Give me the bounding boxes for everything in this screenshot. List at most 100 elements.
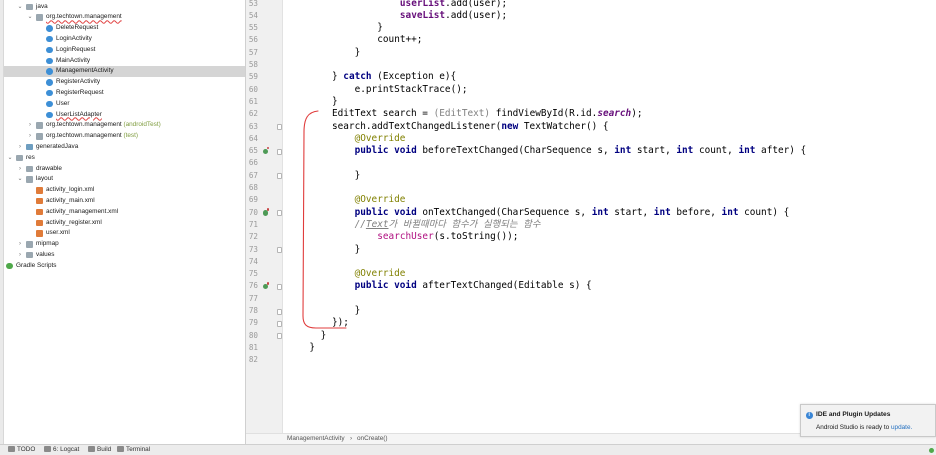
fold-icon[interactable] (277, 283, 282, 290)
tree-item[interactable]: LoginRequest (4, 45, 245, 56)
line-number: 70 (248, 207, 258, 217)
tree-item[interactable]: activity_login.xml (4, 185, 245, 196)
code-line[interactable]: count++; (377, 34, 422, 46)
line-number: 58 (248, 60, 258, 69)
gradle-icon (6, 262, 13, 270)
fold-icon[interactable] (277, 210, 282, 217)
tree-item[interactable]: activity_main.xml (4, 196, 245, 207)
chevron-right-icon[interactable]: › (16, 164, 24, 175)
tree-item-label: RegisterRequest (56, 88, 104, 96)
tree-item[interactable]: › org.techtown.management (test) (4, 131, 245, 142)
code-line[interactable]: //Text가 바뀔때마다 함수가 실행되는 함수 (355, 219, 541, 231)
folder-icon (36, 14, 43, 21)
code-line[interactable]: } (309, 342, 315, 354)
tree-item[interactable]: › mipmap (4, 239, 245, 250)
line-number: 59 (248, 72, 258, 82)
line-number: 57 (248, 47, 258, 57)
tree-item-label: activity_login.xml (46, 186, 95, 194)
tree-item[interactable]: ⌄ java (4, 2, 245, 13)
fold-icon[interactable] (277, 148, 282, 155)
tree-item[interactable]: › generatedJava (4, 142, 245, 153)
tree-item[interactable]: › values (4, 250, 245, 261)
tree-item[interactable]: › org.techtown.management (androidTest) (4, 120, 245, 131)
code-line[interactable]: @Override (355, 268, 406, 280)
code-line[interactable]: userList.add(user); (400, 0, 507, 10)
chevron-down-icon[interactable]: ⌄ (26, 12, 34, 23)
tree-item[interactable]: DeleteRequest (4, 23, 245, 34)
override-icon[interactable] (262, 282, 269, 290)
tree-item[interactable]: ⌄ res (4, 153, 245, 164)
logcat-tool-button[interactable]: 6: Logcat (44, 445, 79, 455)
tree-item[interactable]: RegisterRequest (4, 88, 245, 99)
code-line[interactable]: @Override (355, 194, 406, 206)
tree-item[interactable]: LoginActivity (4, 34, 245, 45)
folder-icon (26, 241, 33, 248)
fold-icon[interactable] (277, 333, 282, 340)
chevron-right-icon[interactable]: › (16, 250, 24, 261)
override-icon[interactable] (262, 208, 269, 216)
code-line[interactable]: } (332, 96, 338, 108)
build-tool-button[interactable]: Build (88, 445, 111, 455)
code-editor[interactable]: 53 54 55 56 57 58 59 60 61 62 63 64 65 66 67 68 69 70 71 72… (246, 0, 936, 433)
chevron-down-icon[interactable]: ⌄ (6, 153, 14, 164)
code-line[interactable]: public void afterTextChanged(Editable s)… (355, 280, 592, 292)
chevron-right-icon[interactable]: › (26, 131, 34, 142)
chevron-right-icon[interactable]: › (26, 120, 34, 131)
code-line[interactable]: } catch (Exception e){ (332, 71, 456, 83)
tree-item[interactable]: ⌄ layout (4, 174, 245, 185)
code-line[interactable]: public void onTextChanged(CharSequence s… (355, 207, 790, 219)
line-number: 56 (248, 35, 258, 45)
tree-item[interactable]: ManagementActivity (4, 66, 245, 78)
tree-item[interactable]: user.xml (4, 228, 245, 239)
code-line[interactable]: } (377, 22, 383, 34)
line-number: 71 (248, 219, 258, 229)
xml-icon (36, 230, 43, 237)
tree-item[interactable]: MainActivity (4, 56, 245, 67)
code-line[interactable]: searchUser(s.toString()); (377, 231, 518, 243)
tree-item[interactable]: UserListAdapter (4, 110, 245, 121)
tree-item[interactable]: RegisterActivity (4, 77, 245, 88)
tree-item[interactable]: activity_management.xml (4, 207, 245, 218)
chevron-down-icon[interactable]: ⌄ (16, 2, 24, 13)
tree-item[interactable]: ⌄ org.techtown.management (4, 12, 245, 23)
code-line[interactable]: } (355, 244, 361, 256)
fold-icon[interactable] (277, 308, 282, 315)
code-line[interactable]: } (355, 170, 361, 182)
tree-item[interactable]: User (4, 99, 245, 110)
override-icon[interactable] (262, 146, 269, 154)
line-number: 65 (248, 146, 258, 156)
class-icon (46, 25, 53, 32)
code-line[interactable]: public void beforeTextChanged(CharSequen… (355, 145, 807, 157)
breadcrumb-method[interactable]: onCreate() (357, 434, 388, 444)
code-line[interactable]: }); (332, 317, 349, 329)
tree-item-label: user.xml (46, 229, 70, 237)
code-line[interactable]: } (321, 330, 327, 342)
code-line[interactable]: search.addTextChangedListener(new TextWa… (332, 121, 609, 133)
code-line[interactable]: } (355, 47, 361, 59)
code-line[interactable]: saveList.add(user); (400, 10, 507, 22)
fold-icon[interactable] (277, 124, 282, 130)
tree-item[interactable]: › drawable (4, 164, 245, 175)
breadcrumb-class[interactable]: ManagementActivity (287, 434, 345, 444)
chevron-right-icon[interactable]: › (16, 239, 24, 250)
fold-icon[interactable] (277, 320, 282, 327)
code-line[interactable]: @Override (355, 133, 406, 145)
todo-tool-button[interactable]: TODO (8, 445, 35, 455)
line-number: 74 (248, 256, 258, 266)
terminal-tool-button[interactable]: Terminal (117, 445, 150, 455)
chevron-right-icon[interactable]: › (16, 142, 24, 153)
tree-item-label: mipmap (36, 240, 59, 248)
update-notification[interactable]: i IDE and Plugin Updates Android Studio … (800, 404, 936, 437)
fold-icon[interactable] (277, 247, 282, 253)
code-line[interactable]: e.printStackTrace(); (355, 84, 468, 96)
tree-item[interactable]: ›Gradle Scripts (4, 261, 245, 272)
folder-icon (26, 3, 33, 11)
fold-icon[interactable] (277, 173, 282, 180)
code-line[interactable]: EditText search = (EditText) findViewByI… (332, 108, 642, 120)
class-icon (46, 68, 53, 75)
update-link[interactable]: update. (891, 424, 912, 431)
chevron-down-icon[interactable]: ⌄ (16, 174, 24, 185)
status-indicator-icon[interactable] (929, 448, 934, 453)
tree-item[interactable]: activity_register.xml (4, 218, 245, 229)
code-line[interactable]: } (355, 305, 361, 317)
